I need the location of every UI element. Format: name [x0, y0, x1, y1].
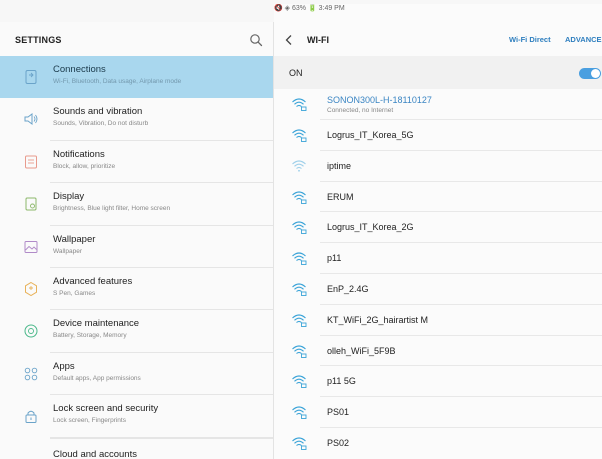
wifi-toggle-row[interactable]: ON	[274, 56, 602, 89]
menu-item-subtitle: S Pen, Games	[53, 289, 96, 297]
wifi-network-item[interactable]: Logrus_IT_Korea_5G	[274, 120, 602, 151]
wifi-title: WI-FI	[307, 35, 329, 45]
menu-item-notifications[interactable]: Notifications Block, allow, prioritize	[0, 141, 273, 184]
wifi-direct-button[interactable]: Wi-Fi Direct	[509, 35, 551, 44]
network-name: Logrus_IT_Korea_5G	[327, 130, 414, 140]
network-name: EnP_2.4G	[327, 283, 369, 294]
status-bar: 🔇 ◈ 63% 🔋 3:49 PM	[0, 0, 602, 441]
wifi-on-label: ON	[289, 68, 303, 78]
menu-item-title: Apps	[53, 360, 75, 372]
wifi-network-item[interactable]: EnP_2.4G	[274, 274, 602, 305]
menu-item-subtitle: Default apps, App permissions	[53, 374, 141, 382]
wifi-toggle[interactable]	[579, 68, 601, 79]
search-icon[interactable]	[249, 33, 263, 47]
wifi-secured-icon	[292, 314, 307, 327]
menu-item-title: Display	[53, 191, 85, 203]
network-name: Logrus_IT_Korea_2G	[327, 222, 414, 233]
menu-item-title: Connections	[53, 64, 106, 75]
wifi-network-list: SONON300L-H-18110127 Connected, no Inter…	[274, 89, 602, 459]
menu-item-title: Notifications	[53, 148, 105, 160]
wifi-network-item[interactable]: p11 5G	[274, 366, 602, 398]
wifi-secured-icon	[292, 221, 307, 235]
settings-panel: SETTINGS Connections Wi-Fi, Bluetooth, D…	[0, 22, 274, 459]
network-name: p11	[327, 253, 342, 264]
settings-menu: Connections Wi-Fi, Bluetooth, Data usage…	[0, 56, 273, 459]
toggle-knob	[591, 69, 600, 78]
menu-item-cloud-accounts[interactable]: Cloud and accounts	[0, 437, 273, 459]
divider	[50, 437, 273, 439]
wifi-header: WI-FI Wi-Fi Direct ADVANCED	[274, 22, 602, 56]
wifi-network-item[interactable]: olleh_WiFi_5F9B	[274, 336, 602, 367]
settings-header: SETTINGS	[0, 22, 273, 56]
lock-icon	[25, 410, 37, 424]
menu-item-subtitle: Sounds, Vibration, Do not disturb	[53, 120, 149, 128]
wifi-secured-icon	[292, 406, 307, 420]
network-name: PS02	[327, 437, 350, 448]
menu-item-subtitle: Wallpaper	[53, 247, 83, 255]
network-name: SONON300L-H-18110127	[327, 95, 432, 105]
menu-item-subtitle: Lock screen, Fingerprints	[53, 417, 126, 425]
menu-item-title: Wallpaper	[53, 233, 96, 245]
wifi-panel: WI-FI Wi-Fi Direct ADVANCED ON SONON300L…	[274, 22, 602, 459]
advanced-button[interactable]: ADVANCED	[565, 35, 602, 44]
network-name: PS01	[327, 407, 350, 418]
back-icon[interactable]	[284, 34, 294, 46]
wifi-network-item[interactable]: SONON300L-H-18110127 Connected, no Inter…	[274, 89, 602, 120]
connections-icon	[25, 70, 37, 84]
page-title: SETTINGS	[15, 35, 62, 45]
cloud-icon	[30, 458, 32, 459]
network-status: Connected, no Internet	[327, 107, 394, 114]
menu-item-display[interactable]: Display Brightness, Blue light filter, H…	[0, 183, 273, 226]
wifi-secured-icon	[292, 252, 307, 266]
menu-item-title: Cloud and accounts	[53, 448, 137, 459]
wifi-network-item[interactable]: p11	[274, 243, 602, 274]
network-name: KT_WiFi_2G_hairartist M	[327, 314, 429, 325]
network-name: p11 5G	[327, 376, 356, 387]
menu-item-title: Advanced features	[53, 275, 133, 287]
wallpaper-icon	[24, 240, 38, 253]
wifi-secured-icon	[292, 283, 307, 296]
menu-item-wallpaper[interactable]: Wallpaper Wallpaper	[0, 226, 273, 268]
wifi-network-item[interactable]: PS02	[274, 428, 602, 459]
network-name: iptime	[327, 160, 352, 171]
menu-item-title: Sounds and vibration	[53, 106, 143, 118]
network-name: olleh_WiFi_5F9B	[327, 345, 396, 356]
menu-item-advanced-features[interactable]: Advanced features S Pen, Games	[0, 268, 273, 311]
wifi-network-item[interactable]: Logrus_IT_Korea_2G	[274, 212, 602, 244]
apps-icon	[24, 367, 38, 380]
menu-item-subtitle: Battery, Storage, Memory	[53, 332, 127, 340]
menu-item-apps[interactable]: Apps Default apps, App permissions	[0, 353, 273, 396]
wifi-network-item[interactable]: ERUM	[274, 182, 602, 213]
wifi-open-icon	[292, 160, 306, 172]
menu-item-subtitle: Brightness, Blue light filter, Home scre…	[53, 205, 171, 213]
menu-item-connections[interactable]: Connections Wi-Fi, Bluetooth, Data usage…	[0, 56, 273, 99]
wifi-network-item[interactable]: KT_WiFi_2G_hairartist M	[274, 305, 602, 336]
wifi-secured-icon	[292, 191, 307, 204]
menu-item-subtitle: Block, allow, prioritize	[53, 162, 116, 170]
menu-item-sounds[interactable]: Sounds and vibration Sounds, Vibration, …	[0, 98, 273, 141]
wifi-secured-icon	[292, 129, 307, 142]
wifi-network-item[interactable]: PS01	[274, 397, 602, 428]
notifications-icon	[25, 155, 37, 169]
display-icon	[25, 197, 37, 211]
wifi-secured-icon	[292, 375, 307, 389]
sound-icon	[24, 113, 38, 126]
network-name: ERUM	[327, 191, 354, 202]
menu-item-lock-screen[interactable]: Lock screen and security Lock screen, Fi…	[0, 395, 273, 438]
menu-item-subtitle: Wi-Fi, Bluetooth, Data usage, Airplane m…	[53, 78, 182, 85]
wifi-secured-icon	[292, 437, 307, 450]
menu-item-title: Lock screen and security	[53, 403, 159, 415]
wifi-network-item[interactable]: iptime	[274, 151, 602, 182]
menu-item-device-maintenance[interactable]: Device maintenance Battery, Storage, Mem…	[0, 310, 273, 353]
wifi-secured-icon	[292, 98, 307, 111]
device-maintenance-icon	[24, 324, 38, 338]
menu-item-title: Device maintenance	[53, 318, 140, 330]
wifi-secured-icon	[292, 345, 307, 358]
advanced-features-icon	[25, 281, 37, 297]
